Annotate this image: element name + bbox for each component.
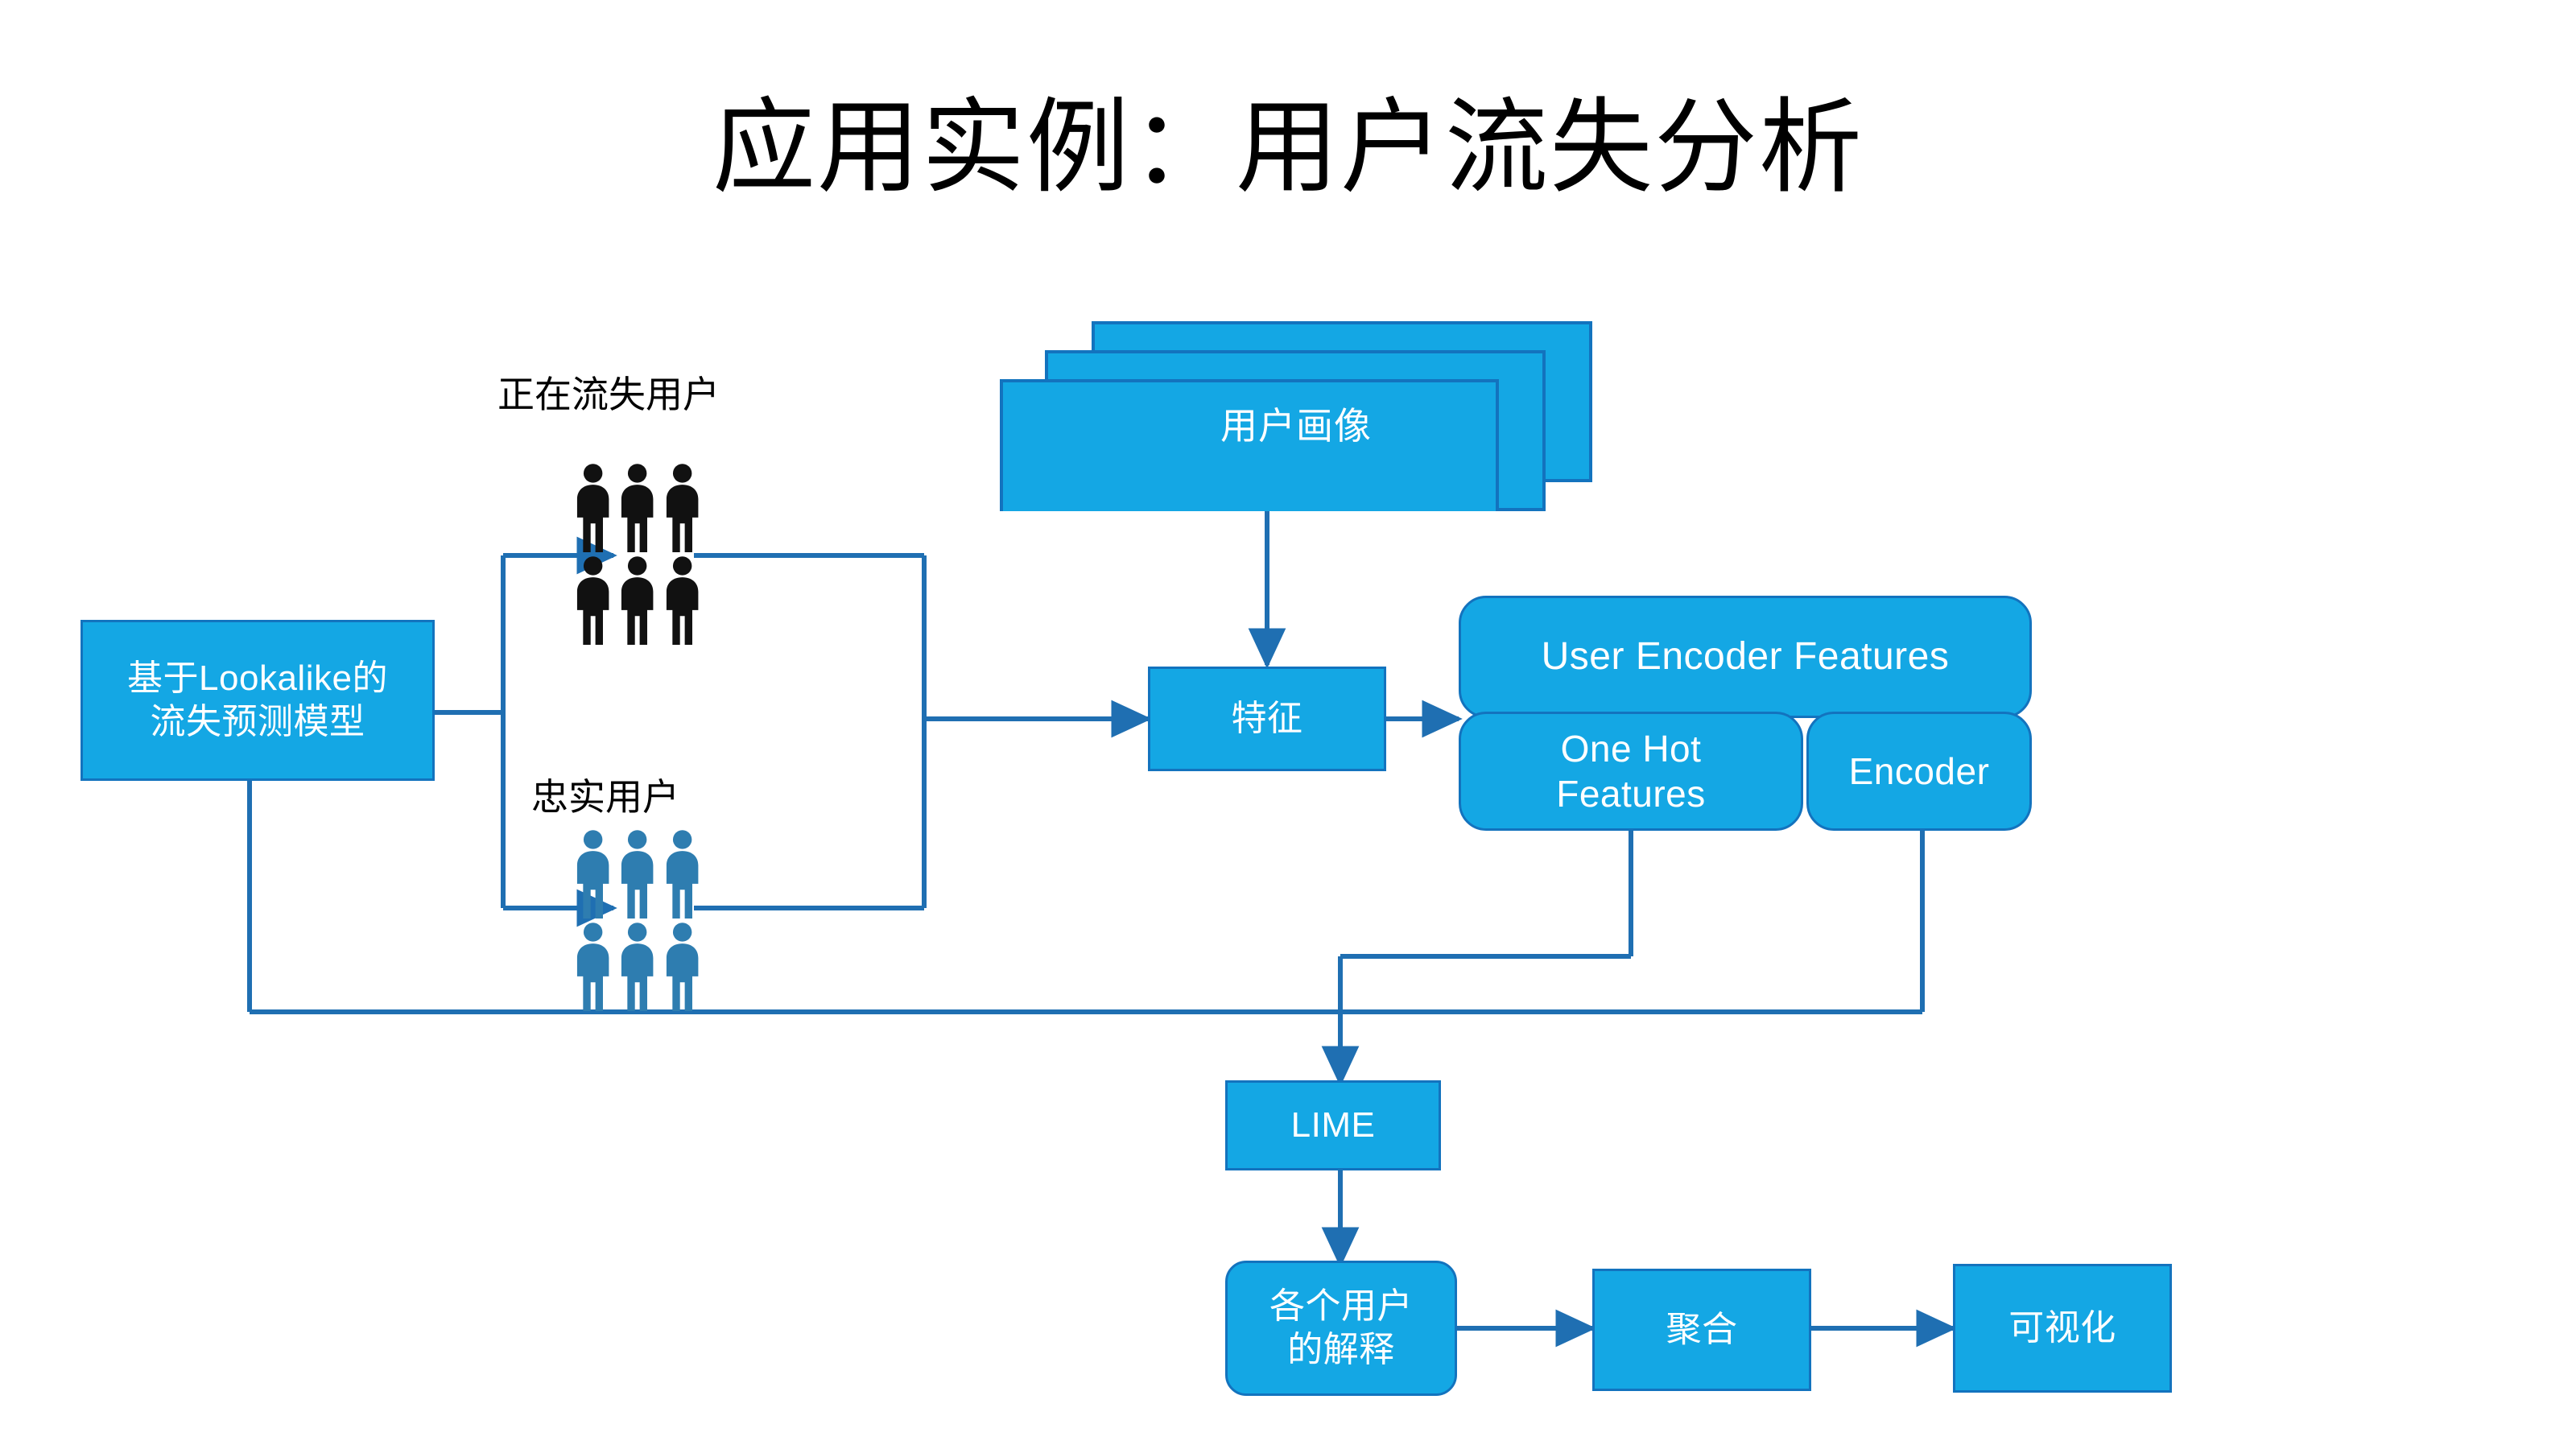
people-group-loyal [573, 829, 702, 1013]
person-icon-wrap [573, 555, 613, 646]
label-loyal-users: 忠实用户 [531, 776, 679, 818]
node-one-hot-features[interactable]: One Hot Features [1459, 712, 1803, 831]
person-icon-wrap [573, 829, 613, 920]
person-icon-wrap [663, 922, 702, 1013]
document-front-sheet [1000, 379, 1499, 511]
person-icon [576, 830, 609, 919]
person-icon [621, 923, 654, 1012]
person-icon [666, 923, 699, 1012]
person-icon [621, 556, 654, 646]
node-features[interactable]: 特征 [1148, 667, 1386, 771]
person-icon [621, 830, 654, 919]
person-icon-wrap [573, 463, 613, 554]
node-encoder[interactable]: Encoder [1806, 712, 2032, 831]
node-aggregate[interactable]: 聚合 [1592, 1269, 1811, 1391]
slide-canvas: 应用实例：用户流失分析 基于Lookalike的 流失预测模型 正在流失用户 忠… [0, 0, 2576, 1449]
person-icon [666, 464, 699, 552]
person-icon-wrap [663, 463, 702, 554]
node-lookalike-model[interactable]: 基于Lookalike的 流失预测模型 [80, 620, 435, 781]
person-icon [576, 923, 609, 1012]
label-churning-users: 正在流失用户 [497, 374, 720, 415]
person-icon-wrap [663, 555, 702, 646]
person-icon-wrap [617, 555, 657, 646]
person-icon [666, 556, 699, 646]
person-icon-wrap [573, 922, 613, 1013]
person-icon [576, 464, 609, 552]
node-lime[interactable]: LIME [1225, 1080, 1441, 1170]
person-icon-wrap [617, 829, 657, 920]
node-user-encoder-features[interactable]: User Encoder Features [1459, 596, 2032, 718]
node-user-profile-stack[interactable]: 用户画像 [998, 318, 1594, 511]
person-icon-wrap [617, 463, 657, 554]
node-per-user-explanation[interactable]: 各个用户 的解释 [1225, 1261, 1457, 1396]
person-icon [576, 556, 609, 646]
person-icon [621, 464, 654, 552]
document-stack-icon [1000, 321, 1592, 511]
person-icon-wrap [663, 829, 702, 920]
people-group-churning [573, 463, 702, 647]
person-icon-wrap [617, 922, 657, 1013]
person-icon [666, 830, 699, 919]
node-visualize[interactable]: 可视化 [1953, 1264, 2172, 1393]
